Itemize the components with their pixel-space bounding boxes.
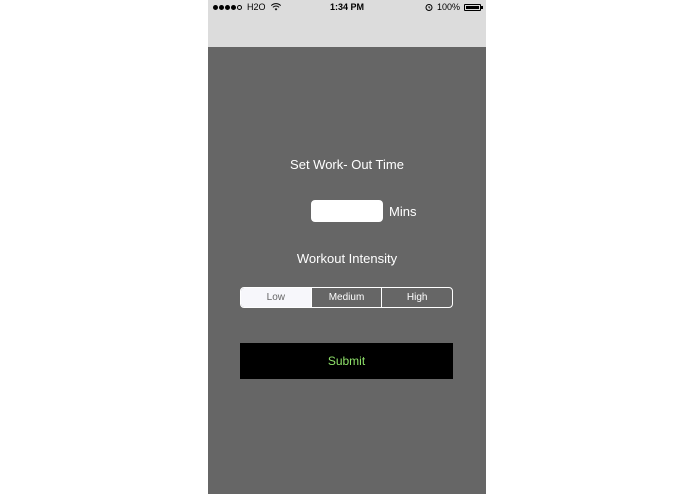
mins-unit-label: Mins — [389, 204, 417, 219]
intensity-segmented-control: Low Medium High — [240, 287, 453, 308]
status-bar: H2O 1:34 PM 100% — [208, 0, 486, 16]
workout-time-title: Set Work- Out Time — [290, 157, 404, 172]
intensity-option-low[interactable]: Low — [241, 288, 311, 307]
phone-screen: H2O 1:34 PM 100% Set Work- Out Time Mins… — [208, 0, 486, 494]
battery-icon — [464, 3, 483, 11]
status-right: 100% — [425, 2, 483, 12]
battery-percent: 100% — [436, 2, 460, 12]
workout-intensity-label: Workout Intensity — [296, 251, 398, 266]
intensity-option-medium[interactable]: Medium — [310, 288, 382, 307]
main-content: Set Work- Out Time Mins Workout Intensit… — [208, 47, 486, 494]
intensity-option-high[interactable]: High — [381, 288, 452, 307]
submit-button[interactable]: Submit — [240, 343, 453, 379]
navigation-bar — [208, 16, 486, 47]
alarm-icon — [425, 4, 433, 11]
workout-time-input[interactable] — [311, 200, 383, 222]
